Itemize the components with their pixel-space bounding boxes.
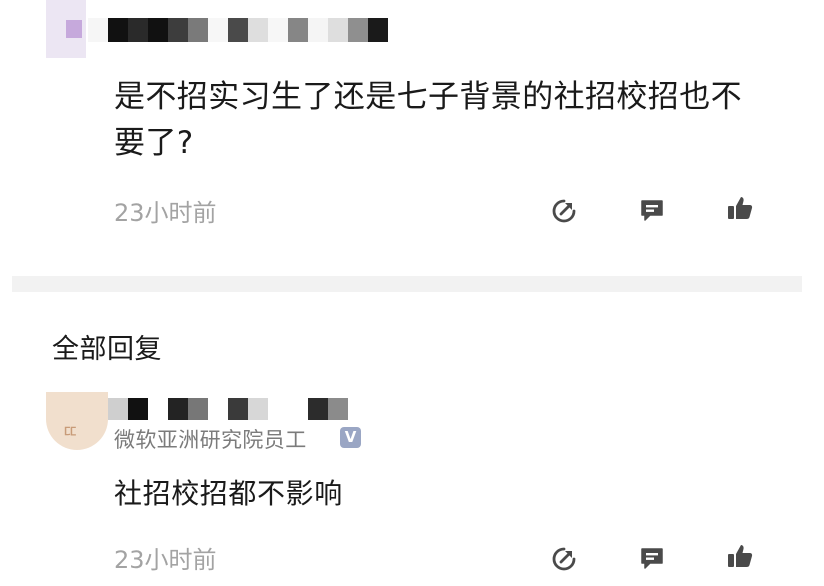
- pixel-block: [248, 18, 268, 42]
- pixel-block: [108, 18, 128, 42]
- all-replies-heading: 全部回复: [52, 334, 162, 365]
- pixel-block: [228, 18, 248, 42]
- pixel-block: [188, 18, 208, 42]
- pixel-block: [288, 398, 308, 420]
- comment-icon: [641, 200, 663, 221]
- pixel-block: [268, 398, 288, 420]
- pixel-block: [288, 18, 308, 42]
- pixel-block: [168, 18, 188, 42]
- pixel-block: [248, 398, 268, 420]
- post-author-name-pixelated[interactable]: [88, 18, 388, 42]
- pixel-block: [168, 398, 188, 420]
- pixel-block: [208, 18, 228, 42]
- comment-thread: 是不招实习生了还是七子背景的社招校招也不要了? 23小时前 全部回复 ㄸ 微软亚…: [0, 0, 824, 586]
- pixel-block: [228, 398, 248, 420]
- pixel-block: [128, 18, 148, 42]
- pixel-block: [328, 18, 348, 42]
- share-icon: [552, 199, 576, 223]
- pixel-block: [268, 18, 288, 42]
- post-time: 23小时前: [114, 199, 217, 227]
- pixel-block: [148, 18, 168, 42]
- verified-badge-icon: V: [340, 427, 361, 448]
- avatar-glyph: ㄸ: [62, 422, 79, 443]
- reply-share-button[interactable]: [549, 544, 579, 574]
- pixel-block: [128, 398, 148, 420]
- section-divider: [12, 276, 802, 292]
- post-text: 是不招实习生了还是七子背景的社招校招也不要了?: [114, 79, 742, 161]
- pixel-block: [308, 398, 328, 420]
- reply-time: 23小时前: [114, 546, 217, 574]
- pixel-block: [108, 398, 128, 420]
- post-like-button[interactable]: [725, 193, 755, 223]
- pixel-block: [188, 398, 208, 420]
- post-reply-button[interactable]: [637, 195, 667, 225]
- reply-reply-button[interactable]: [637, 543, 667, 573]
- pixel-block: [208, 398, 228, 420]
- reply-author-badge: 微软亚洲研究院员工: [114, 428, 307, 452]
- reply-author-name-pixelated[interactable]: [108, 398, 348, 420]
- comment-icon: [641, 548, 663, 569]
- reply-author-avatar[interactable]: ㄸ: [46, 392, 108, 450]
- pixel-block: [88, 18, 108, 42]
- pixel-block: [328, 398, 348, 420]
- pixel-block: [148, 398, 168, 420]
- post-author-avatar[interactable]: [46, 0, 86, 58]
- reply-like-button[interactable]: [725, 541, 755, 571]
- pixel-block: [348, 18, 368, 42]
- share-icon: [552, 547, 576, 571]
- thumbs-up-icon: [728, 545, 753, 567]
- pixel-block: [368, 18, 388, 42]
- thumbs-up-icon: [728, 197, 753, 219]
- post-share-button[interactable]: [549, 196, 579, 226]
- pixel-block: [308, 18, 328, 42]
- reply-text: 社招校招都不影响: [114, 477, 343, 510]
